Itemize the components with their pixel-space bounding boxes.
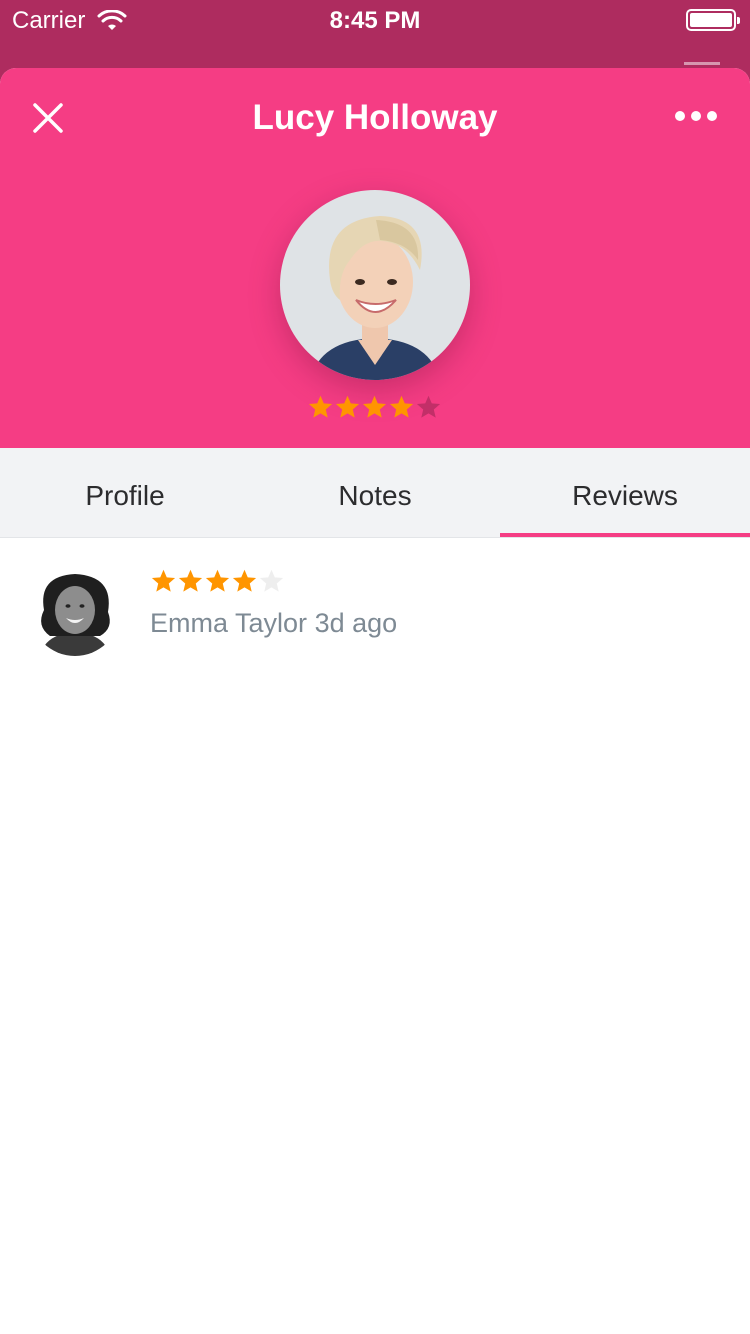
tab-profile[interactable]: Profile [0, 448, 250, 537]
profile-header: Lucy Holloway [0, 68, 750, 448]
star-empty-icon [416, 395, 441, 418]
list-item[interactable]: Emma Taylor 3d ago [0, 538, 750, 658]
review-meta: Emma Taylor 3d ago [150, 608, 397, 639]
rating-stars [150, 568, 285, 595]
star-filled-icon [335, 395, 360, 418]
tab-reviews[interactable]: Reviews [500, 448, 750, 537]
battery-icon [686, 9, 740, 31]
star-filled-icon [178, 569, 203, 592]
star-filled-icon [308, 395, 333, 418]
star-filled-icon [151, 569, 176, 592]
star-filled-icon [232, 569, 257, 592]
avatar [280, 190, 470, 380]
status-time: 8:45 PM [329, 7, 421, 34]
tab-notes[interactable]: Notes [250, 448, 500, 537]
more-horizontal-icon[interactable] [674, 106, 718, 126]
page-title: Lucy Holloway [252, 98, 498, 137]
review-author: Emma Taylor [150, 608, 308, 638]
avatar [30, 566, 120, 656]
status-bar: Carrier 8:45 PM [0, 0, 750, 40]
review-time: 3d ago [314, 608, 398, 638]
profile-sheet: Lucy Holloway Profile Notes Reviews Emma… [0, 68, 750, 1334]
star-filled-icon [205, 569, 230, 592]
star-filled-icon [362, 395, 387, 418]
tab-bar: Profile Notes Reviews [0, 448, 750, 538]
rating-stars [307, 394, 442, 421]
star-filled-icon [389, 395, 414, 418]
review-list: Emma Taylor 3d ago [0, 538, 750, 658]
star-empty-icon [259, 569, 284, 592]
